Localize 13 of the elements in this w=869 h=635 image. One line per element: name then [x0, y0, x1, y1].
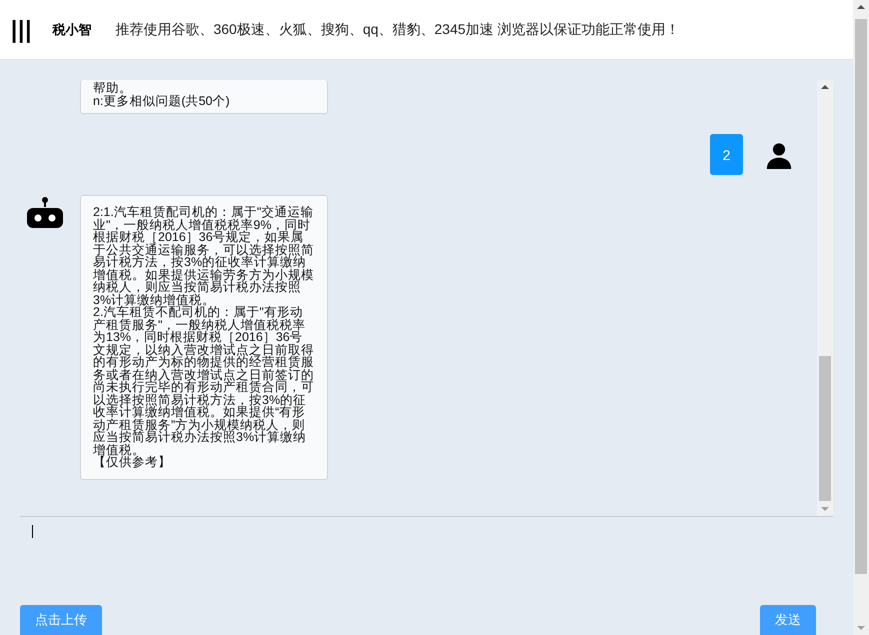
message-text: n:更多相似问题(共50个) — [93, 94, 231, 107]
message-text: 帮助。 — [93, 82, 132, 94]
message-text: 2:1.汽车租赁配司机的：属于"交通运输业"，一般纳税人增值税税率9%，同时根据财税［2016］36号规定，如果属于公共交通运输服务，可以选择按照简易计税方法，按3%的征收率计算缴纳增值税。如果提供运输劳务方为小规模纳税人，则应当按简易计税办法按照3%计算缴纳增值税。 — [93, 206, 315, 306]
message-text: 【仅供参考】 — [93, 456, 172, 468]
menu-icon[interactable]: ||| — [11, 15, 32, 44]
message-text: 2 — [722, 146, 730, 162]
upload-button[interactable]: 点击上传 — [20, 605, 102, 635]
app-title: 税小智 — [52, 20, 92, 38]
chat-scrollbar[interactable] — [817, 80, 833, 516]
message-text: 2.汽车租赁不配司机的：属于"有形动产租赁服务"，一般纳税人增值税税率为13%，同时根据财税［2016］36号文规定，以纳入营改增试点之日前取得的有形动产为标的物提供的经营租赁服务或者在纳入营改增试点之日前签订的尚未执行完毕的有形动产租赁合同，可以选择按照简易计税方法，按3%的征收率计算缴纳增值税。如果提供“有形动产租赁服务”方为小规模纳税人，则应当按简易计税办法按照3%计算缴纳增值税。 — [93, 306, 315, 456]
browser-notice: 推荐使用谷歌、360极速、火狐、搜狗、qq、猎豹、2345加速 浏览器以保证功能正常使用！ — [115, 20, 680, 38]
page-scrollbar[interactable] — [853, 0, 869, 635]
send-button[interactable]: 发送 — [760, 605, 816, 635]
